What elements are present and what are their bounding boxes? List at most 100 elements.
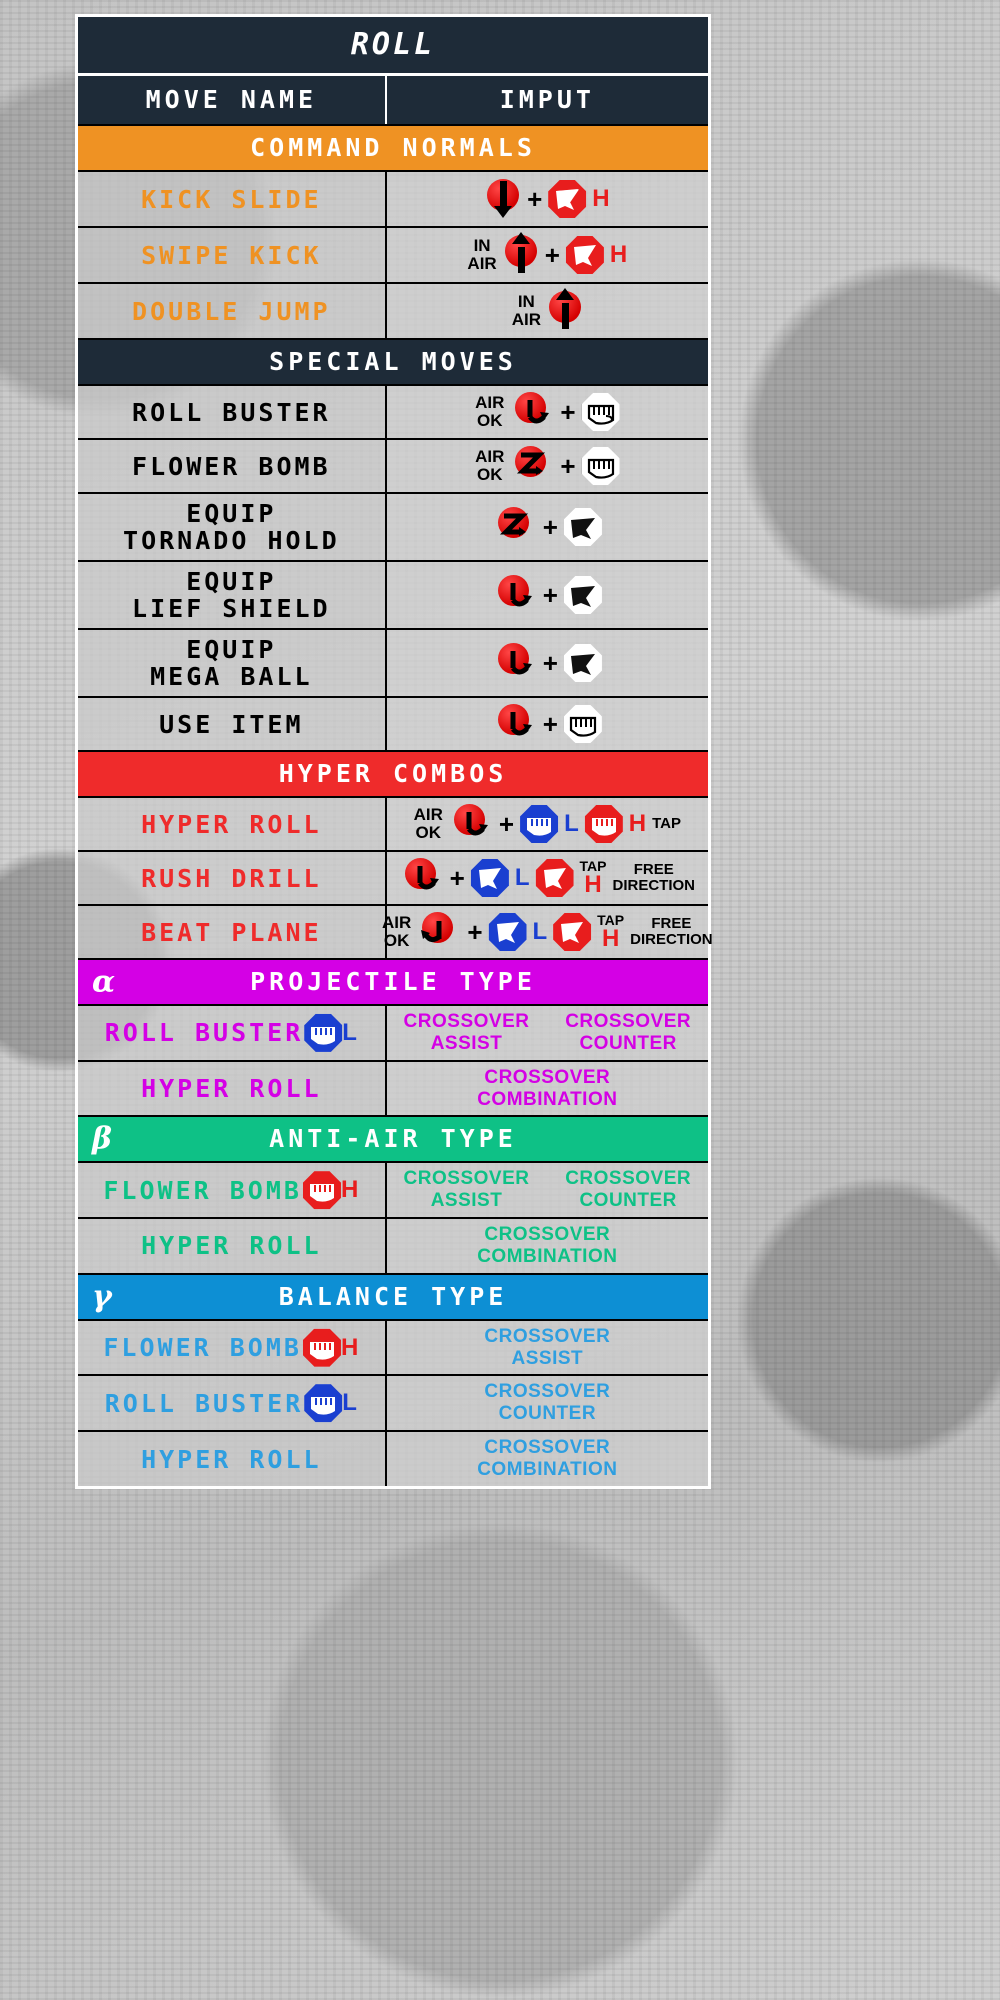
move-name: EQUIP TORNADO HOLD <box>123 499 340 555</box>
move-name-cell: EQUIP LIEF SHIELD <box>78 562 387 628</box>
column-header-input: IMPUT <box>499 85 595 114</box>
section-label: ANTI-AIR TYPE <box>269 1124 517 1154</box>
table-row: KICK SLIDE + H <box>78 172 708 228</box>
kick-button-icon <box>470 859 509 897</box>
button-strength: H <box>601 925 620 952</box>
section-header-projectile-type: α PROJECTILE TYPE <box>78 960 708 1006</box>
move-name: HYPER ROLL <box>141 1231 322 1261</box>
plus-sign: + <box>544 240 560 270</box>
punch-badge <box>302 1328 341 1367</box>
move-name: RUSH DRILL <box>141 863 322 893</box>
quarter-circle-forward-icon <box>493 642 537 684</box>
button-strength: H <box>340 1333 359 1361</box>
quarter-circle-forward-icon <box>449 803 493 845</box>
input-precondition: IN AIR <box>511 292 541 329</box>
button-strength: L <box>342 1018 357 1046</box>
move-input-cell: IN AIR <box>386 284 708 338</box>
move-name-cell: FLOWER BOMB H <box>78 1163 387 1218</box>
move-name-cell: ROLL BUSTER L <box>78 1006 387 1060</box>
button-strength: H <box>609 241 628 268</box>
move-input-cell: + <box>386 494 708 560</box>
input-precondition: AIR OK <box>413 805 443 842</box>
assist-role: CROSSOVER ASSIST <box>403 1168 530 1212</box>
direction-up-icon <box>547 288 583 333</box>
button-strength: L <box>564 810 579 837</box>
assist-role: CROSSOVER COUNTER <box>484 1381 611 1425</box>
table-row: SWIPE KICK IN AIR + H <box>78 228 708 284</box>
table-row: EQUIP LIEF SHIELD + <box>78 562 708 630</box>
button-strength: L <box>532 918 548 945</box>
kick-button-icon <box>563 644 602 682</box>
move-input-cell: + <box>386 630 708 696</box>
move-input-cell: + L TAP H FREE DIRECTION <box>386 852 708 904</box>
kick-button-icon <box>563 508 602 546</box>
assist-role-cell: CROSSOVER ASSIST <box>386 1320 708 1375</box>
move-name-cell: HYPER ROLL <box>78 798 387 850</box>
section-header-special-moves: SPECIAL MOVES <box>78 340 708 386</box>
punch-button-icon <box>584 805 623 843</box>
input-note-secondary: FREE DIRECTION <box>612 861 696 894</box>
table-row: HYPER ROLL AIR OK + L H TAP <box>78 798 708 852</box>
move-name-cell: HYPER ROLL <box>78 1061 387 1116</box>
input-precondition: AIR OK <box>475 393 505 430</box>
quarter-circle-back-icon <box>510 445 554 487</box>
button-strength: H <box>592 185 610 212</box>
table-row: ROLL BUSTER AIR OK + <box>78 386 708 440</box>
table-row: EQUIP MEGA BALL + <box>78 630 708 698</box>
move-input-cell: + H <box>386 172 708 226</box>
table-row: USE ITEM + <box>78 698 708 752</box>
input-precondition: IN AIR <box>467 236 497 273</box>
assist-role-cell: CROSSOVER ASSIST CROSSOVER COUNTER <box>386 1006 708 1060</box>
punch-button-icon <box>581 447 620 485</box>
input-precondition: AIR OK <box>475 447 505 484</box>
kick-button-icon <box>488 913 527 951</box>
table-row: HYPER ROLL CROSSOVER COMBINATION <box>78 1061 708 1118</box>
kick-button-icon <box>563 576 602 614</box>
move-name: ROLL BUSTER <box>104 1018 304 1048</box>
assist-role: CROSSOVER COMBINATION <box>477 1066 618 1110</box>
table-row: ROLL BUSTER L CROSSOVER COUNTER <box>78 1376 708 1433</box>
move-name-cell: SWIPE KICK <box>78 228 387 282</box>
punch-button-icon <box>581 393 620 431</box>
kick-button-icon <box>553 913 592 951</box>
move-input-cell: AIR OK + L H TAP <box>386 798 708 850</box>
move-name-cell: ROLL BUSTER L <box>78 1376 387 1431</box>
move-input-cell: AIR OK + <box>386 440 708 492</box>
section-label: SPECIAL MOVES <box>269 347 517 376</box>
assist-greek-letter: γ <box>92 1279 116 1315</box>
table-row: DOUBLE JUMP IN AIR <box>78 284 708 340</box>
plus-sign: + <box>542 709 558 739</box>
move-input-cell: AIR OK + L TAP H FREE DIRECTION <box>382 906 713 958</box>
assist-role: CROSSOVER COUNTER <box>565 1011 692 1054</box>
move-list-sheet: ROLL MOVE NAME IMPUT COMMAND NORMALS KIC… <box>75 14 713 1490</box>
table-row: FLOWER BOMB H CROSSOVER ASSIST <box>78 1320 708 1377</box>
punch-badge <box>304 1384 343 1423</box>
button-strength: H <box>628 810 647 837</box>
button-strength-stack: TAP H <box>597 913 624 951</box>
dragon-punch-icon <box>417 911 461 953</box>
move-name-cell: KICK SLIDE <box>78 172 387 226</box>
table-row: EQUIP TORNADO HOLD + <box>78 494 708 562</box>
column-headers: MOVE NAME IMPUT <box>78 76 708 126</box>
move-input-cell: + <box>386 698 708 750</box>
assist-greek-letter: β <box>92 1121 116 1157</box>
table-row: HYPER ROLL CROSSOVER COMBINATION <box>78 1432 708 1487</box>
page-title: ROLL <box>78 17 708 76</box>
plus-sign: + <box>542 512 558 542</box>
plus-sign: + <box>560 397 576 427</box>
move-name-cell: FLOWER BOMB <box>78 440 387 492</box>
move-name: ROLL BUSTER <box>104 1388 304 1418</box>
punch-button-icon <box>520 805 559 843</box>
move-input-cell: IN AIR + H <box>386 228 708 282</box>
plus-sign: + <box>527 184 543 214</box>
button-strength: H <box>340 1176 359 1204</box>
move-name-cell: ROLL BUSTER <box>78 386 387 438</box>
table-row: HYPER ROLL CROSSOVER COMBINATION <box>78 1219 708 1275</box>
punch-badge <box>302 1171 341 1210</box>
section-label: PROJECTILE TYPE <box>250 967 536 996</box>
assist-role: CROSSOVER ASSIST <box>484 1325 611 1369</box>
move-input-cell: + <box>386 562 708 628</box>
move-name-cell: EQUIP TORNADO HOLD <box>78 494 387 560</box>
plus-sign: + <box>467 917 483 947</box>
move-name: DOUBLE JUMP <box>132 296 331 326</box>
